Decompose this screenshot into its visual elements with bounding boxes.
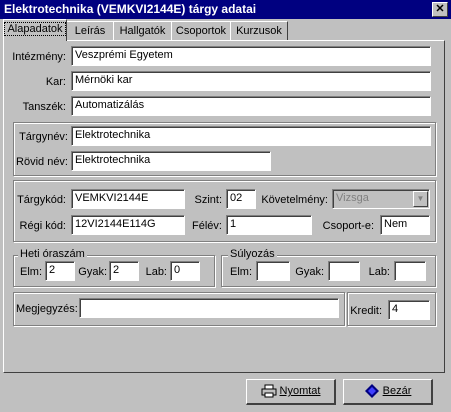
print-button-label: Nyomtat [279,385,321,397]
printer-icon [261,384,277,398]
chevron-down-icon: ▼ [416,194,425,203]
kovetelmeny-dropdown-button[interactable]: ▼ [413,191,428,207]
title-bar: Elektrotechnika (VEMKVI2144E) tárgy adat… [0,0,451,19]
intezmeny-field[interactable]: Veszprémi Egyetem [71,46,431,66]
kovetelmeny-label: Követelmény: [261,194,328,206]
tab-alapadatok[interactable]: Alapadatok [3,19,67,41]
weights-gyak-label: Gyak: [295,266,324,278]
window-close-button[interactable]: ✕ [432,2,448,17]
hours-gyak-field[interactable]: 2 [109,261,139,281]
tab-leiras[interactable]: Leírás [66,21,114,40]
szint-label: Szint: [194,194,222,206]
hours-lab-field[interactable]: 0 [170,261,200,281]
kredit-field[interactable]: 4 [388,300,430,320]
intezmeny-label: Intézmény: [12,51,66,63]
weights-gyak-field[interactable] [328,261,360,281]
csoport-field[interactable]: Nem [380,215,430,235]
tab-kurzusok[interactable]: Kurzusok [230,21,288,40]
tanszek-field[interactable]: Automatizálás [71,96,431,116]
csoport-label: Csoport-e: [322,220,374,232]
weights-lab-field[interactable] [394,261,426,281]
kredit-label: Kredit: [350,305,382,317]
heti-oraszam-legend: Heti óraszám [18,248,87,260]
hours-elm-field[interactable]: 2 [45,261,75,281]
rovidnev-field[interactable]: Elektrotechnika [71,151,271,171]
targynev-label: Tárgynév: [19,131,68,143]
diamond-close-icon [364,384,379,399]
weights-elm-label: Elm: [230,266,252,278]
close-button[interactable]: Bezár [343,379,433,405]
close-button-label: Bezár [382,385,412,397]
tab-hallgatok[interactable]: Hallgatók [113,21,172,40]
hours-elm-label: Elm: [20,266,42,278]
hours-lab-label: Lab: [145,266,167,278]
tab-csoportok[interactable]: Csoportok [171,21,231,40]
print-button[interactable]: Nyomtat [246,379,336,405]
weights-elm-field[interactable] [256,261,290,281]
felev-field[interactable]: 1 [226,215,312,235]
megjegyzes-label: Megjegyzés: [16,303,78,315]
felev-label: Félév: [192,220,222,232]
rovidnev-label: Rövid név: [16,156,68,168]
kar-field[interactable]: Mérnöki kar [71,71,431,91]
window-title: Elektrotechnika (VEMKVI2144E) tárgy adat… [4,2,257,16]
close-icon: ✕ [435,3,445,15]
sulyozas-legend: Súlyozás [228,248,277,260]
hours-gyak-label: Gyak: [78,266,107,278]
targynev-field[interactable]: Elektrotechnika [71,126,431,146]
targykod-field[interactable]: VEMKVI2144E [71,189,185,209]
kovetelmeny-value: Vizsga [336,192,369,204]
kar-label: Kar: [45,76,66,88]
weights-lab-label: Lab: [368,266,390,278]
targykod-label: Tárgykód: [17,194,66,206]
tanszek-label: Tanszék: [22,101,66,113]
megjegyzes-field[interactable] [79,298,339,318]
szint-field[interactable]: 02 [226,189,256,209]
regikod-label: Régi kód: [19,220,66,232]
regikod-field[interactable]: 12VI2144E114G [71,215,185,235]
